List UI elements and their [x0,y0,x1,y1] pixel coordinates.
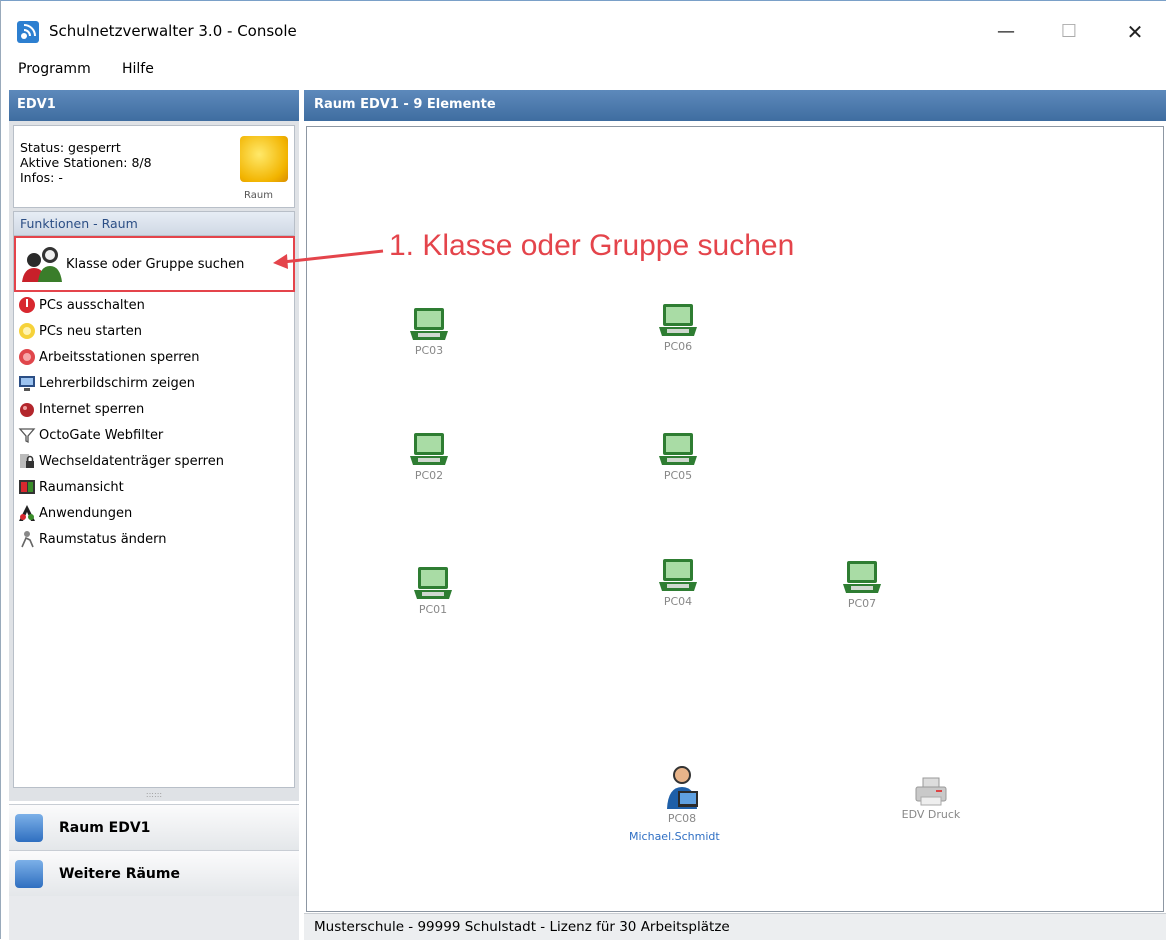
function-group-search[interactable]: Klasse oder Gruppe suchen [14,236,295,292]
laptop-icon [843,561,881,593]
room-header: Raum EDV1 - 9 Elemente [304,90,1166,121]
internet-block-icon [20,403,34,417]
station-pc07[interactable]: PC07 [832,560,892,610]
show-screen-icon [19,376,35,391]
title-bar: Schulnetzverwalter 3.0 - Console — ☐ ✕ [1,1,1166,53]
room-status-icon [21,531,34,548]
panel-splitter-grip[interactable]: :::::: [9,791,299,799]
room-info-box: Status: gesperrt Aktive Stationen: 8/8 I… [13,125,295,208]
nav-footer [9,896,299,940]
function-label: Raumstatus ändern [39,531,167,547]
left-panel: Status: gesperrt Aktive Stationen: 8/8 I… [9,121,299,801]
function-label: PCs ausschalten [39,297,145,313]
lock-workstation-icon [19,349,35,365]
functions-list: Klasse oder Gruppe suchen PCs ausschalte… [13,235,295,788]
removable-lock-icon [20,454,34,468]
function-block-internet[interactable]: Internet sperren [18,398,144,420]
function-label: Wechseldatenträger sperren [39,453,224,469]
function-label: PCs neu starten [39,323,142,339]
station-name: PC02 [414,469,444,482]
station-name: PC03 [414,344,444,357]
nav-label: Weitere Räume [59,865,180,882]
function-label: Raumansicht [39,479,124,495]
station-pc03[interactable]: PC03 [399,307,459,357]
nav-label: Raum EDV1 [59,819,151,836]
function-webfilter[interactable]: OctoGate Webfilter [18,424,163,446]
function-show-teacher-screen[interactable]: Lehrerbildschirm zeigen [18,372,195,394]
laptop-icon [414,567,452,599]
station-name: PC04 [663,595,693,608]
station-pc02[interactable]: PC02 [399,432,459,482]
printer-icon [915,777,947,806]
printer-edv-druck[interactable]: EDV Druck [891,777,971,821]
function-lock-workstations[interactable]: Arbeitsstationen sperren [18,346,200,368]
station-pc08-teacher[interactable]: PC08 [652,765,712,825]
close-button[interactable]: ✕ [1115,17,1155,47]
function-label: Lehrerbildschirm zeigen [39,375,195,391]
left-panel-header: EDV1 [9,90,299,121]
function-applications[interactable]: Anwendungen [18,502,132,524]
room-icon-label: Raum [244,190,273,201]
status-bar: Musterschule - 99999 Schulstadt - Lizenz… [304,913,1166,940]
functions-header: Funktionen - Raum [13,211,295,235]
room-nav-icon [15,813,43,842]
room-status-icon [240,136,288,182]
room-view-icon [19,480,35,494]
nav-room-edv1[interactable]: Raum EDV1 [9,804,299,850]
power-off-icon [19,297,35,313]
laptop-icon [659,304,697,336]
laptop-icon [410,308,448,340]
nav-more-rooms[interactable]: Weitere Räume [9,850,299,896]
applications-icon [19,505,35,521]
menu-programm[interactable]: Programm [18,61,91,77]
laptop-icon [659,433,697,465]
laptop-icon [659,559,697,591]
station-name: PC01 [418,603,448,616]
app-logo-icon [17,21,39,43]
infos-text: Infos: - [20,170,63,185]
function-lock-removable[interactable]: Wechseldatenträger sperren [18,450,224,472]
station-pc01[interactable]: PC01 [403,566,463,616]
function-label: Anwendungen [39,505,133,521]
annotation-text: 1. Klasse oder Gruppe suchen [389,229,795,262]
active-stations-text: Aktive Stationen: 8/8 [20,155,152,170]
application-window: Schulnetzverwalter 3.0 - Console — ☐ ✕ P… [0,0,1166,940]
function-label: Internet sperren [39,401,145,417]
function-power-off[interactable]: PCs ausschalten [18,294,145,316]
station-name: PC08 [667,812,697,825]
station-pc04[interactable]: PC04 [648,558,708,608]
annotation-arrow [273,249,384,269]
station-pc05[interactable]: PC05 [648,432,708,482]
window-title: Schulnetzverwalter 3.0 - Console [49,22,297,40]
filter-icon [18,428,36,444]
function-room-view[interactable]: Raumansicht [18,476,124,498]
function-restart[interactable]: PCs neu starten [18,320,142,342]
laptop-icon [410,433,448,465]
function-label: OctoGate Webfilter [39,427,164,443]
station-name: PC05 [663,469,693,482]
restart-icon [19,323,35,339]
minimize-button[interactable]: — [986,17,1026,47]
maximize-button[interactable]: ☐ [1049,17,1089,47]
station-name: PC06 [663,340,693,353]
menu-hilfe[interactable]: Hilfe [122,61,154,77]
group-search-icon [22,247,62,282]
function-label: Klasse oder Gruppe suchen [66,256,245,272]
more-rooms-icon [15,859,43,888]
function-change-room-status[interactable]: Raumstatus ändern [18,528,167,550]
printer-name: EDV Druck [901,808,961,821]
station-name: PC07 [847,597,877,610]
station-pc06[interactable]: PC06 [648,303,708,353]
teacher-icon [667,766,698,809]
room-status-text: Status: gesperrt [20,140,121,155]
logged-in-user: Michael.Schmidt [629,830,720,843]
function-label: Arbeitsstationen sperren [39,349,200,365]
